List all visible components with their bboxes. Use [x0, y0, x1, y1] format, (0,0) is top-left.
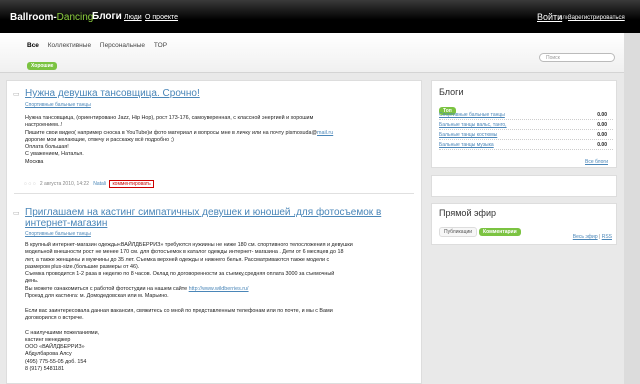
- main-content: ▭ Нужна девушка тансовщица. Срочно! Спор…: [6, 80, 422, 384]
- filter-tabs: Все Коллективные Персональные TOP: [27, 42, 174, 49]
- search-input[interactable]: Поиск: [539, 53, 615, 62]
- subfilter-good[interactable]: Хорошие: [27, 54, 58, 72]
- post-icon: ▭: [13, 210, 20, 217]
- live-tabs: Публикации Комментарии: [439, 220, 523, 238]
- all-live-link[interactable]: Весь эфир: [573, 234, 598, 240]
- blog-item[interactable]: Бальные танцы вальс, танго, 0.00: [439, 122, 613, 130]
- right-gutter: [624, 33, 640, 384]
- empty-widget: [431, 175, 617, 197]
- post-meta: ◌ ◌ ◌ 2 августа 2010, 14:22 Natali комме…: [24, 180, 154, 188]
- post-icon: ▭: [13, 91, 20, 98]
- blog-item[interactable]: Спортивные бальные танцы 0.00: [439, 112, 613, 120]
- live-title: Прямой эфир: [439, 208, 496, 218]
- top-navigation-bar: Ballroom-Dancing Блоги Люди О проекте Во…: [0, 0, 640, 33]
- post-body: В крупный интернет-магазин одежды«ВАЙЛДБ…: [25, 242, 353, 373]
- nav-blogs[interactable]: Блоги: [92, 11, 122, 22]
- nav-people[interactable]: Люди: [124, 14, 142, 21]
- all-blogs-link[interactable]: Все блоги: [585, 159, 608, 165]
- tab-top[interactable]: TOP: [154, 42, 167, 49]
- comment-button[interactable]: комментировать: [109, 180, 154, 188]
- blogs-widget: Блоги Топ Спортивные бальные танцы 0.00 Б…: [431, 80, 617, 168]
- nav-about[interactable]: О проекте: [145, 14, 178, 21]
- email-link[interactable]: mail.ru: [317, 130, 333, 136]
- blogs-title: Блоги: [439, 87, 464, 97]
- register-link[interactable]: Зарегистрироваться: [568, 15, 625, 21]
- post-category[interactable]: Спортивные бальные танцы: [25, 231, 91, 237]
- site-logo[interactable]: Ballroom-Dancing: [10, 12, 93, 23]
- tab-collective[interactable]: Коллективные: [48, 42, 91, 49]
- tab-personal[interactable]: Персональные: [100, 42, 145, 49]
- post-date: 2 августа 2010, 14:22: [39, 181, 90, 187]
- live-footer: Весь эфир | RSS: [572, 234, 612, 240]
- blog-item[interactable]: Бальные танцы музыка 0.00: [439, 142, 613, 150]
- post-category[interactable]: Спортивные бальные танцы: [25, 102, 91, 108]
- post-body: Нужна тансовщица, (ориентировано Jazz, H…: [25, 115, 334, 165]
- tab-publications[interactable]: Публикации: [439, 227, 478, 237]
- post-author[interactable]: Natali: [93, 181, 106, 187]
- post-title[interactable]: Нужна девушка тансовщица. Срочно!: [25, 88, 405, 99]
- blog-item[interactable]: Бальные танцы костюмы 0.00: [439, 132, 613, 140]
- rss-link[interactable]: RSS: [602, 234, 612, 240]
- tab-all[interactable]: Все: [27, 42, 39, 49]
- post-title[interactable]: Приглашаем на кастинг симпатичных девуше…: [25, 207, 415, 229]
- live-widget: Прямой эфир Публикации Комментарии Весь э…: [431, 203, 617, 245]
- site-link[interactable]: http://www.wildberries.ru/: [189, 286, 249, 292]
- tab-comments[interactable]: Комментарии: [479, 228, 521, 236]
- vote-icons[interactable]: ◌ ◌ ◌: [24, 181, 36, 187]
- post-divider: [14, 193, 414, 194]
